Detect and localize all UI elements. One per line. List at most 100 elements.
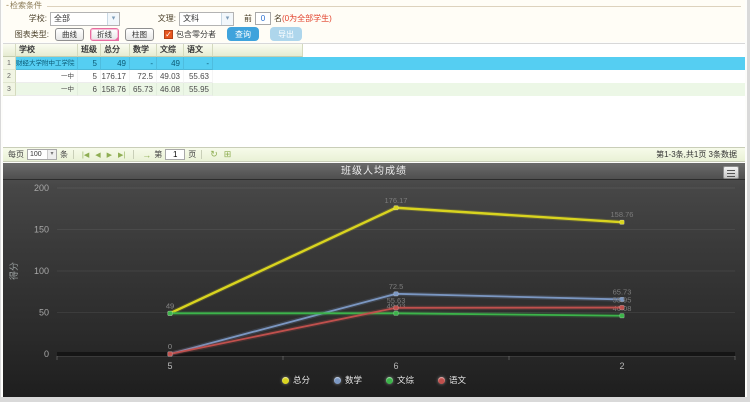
legend-marker-icon [438, 377, 445, 384]
line-chart-area: 050100150200562得分49176.17158.76072.565.7… [3, 180, 747, 402]
divider [73, 150, 74, 159]
filter-row-2: 图表类型: 曲线折线柱图 ✓ 包含零分者 查询 导出 [3, 27, 745, 41]
resize-grid-icon[interactable]: ⊞ [224, 149, 232, 160]
next-page-icon[interactable]: ▶ [107, 151, 112, 159]
legend-label: 文综 [397, 374, 414, 386]
chart-panel: 班级人均成绩 050100150200562得分49176.17158.7607… [3, 163, 745, 397]
row-number: 3 [3, 83, 16, 96]
table-cell: - [184, 57, 213, 70]
chart-type-button[interactable]: 曲线 [55, 28, 84, 41]
svg-text:0: 0 [168, 342, 172, 351]
query-button[interactable]: 查询 [227, 27, 259, 41]
column-header[interactable]: 文综 [157, 44, 184, 57]
include-zero-group: ✓ 包含零分者 [164, 29, 216, 40]
track-select-value: 文科 [183, 14, 199, 23]
table-cell: 5 [78, 57, 101, 70]
top-n-label: 前 [244, 13, 252, 24]
table-cell: 49 [101, 57, 130, 70]
legend-marker-icon [334, 377, 341, 384]
top-n-suffix: 名 [274, 13, 282, 24]
pager-status: 第1-3条,共1页 3条数据 [656, 149, 740, 160]
table-cell: 财经大学附中工学院 [16, 57, 78, 70]
school-select-value: 全部 [54, 14, 70, 23]
table-cell: 176.17 [101, 70, 130, 83]
column-header-blank [213, 44, 303, 57]
svg-text:5: 5 [167, 361, 172, 371]
search-conditions-panel: - 检索条件 学校: 全部 ▾ 文理: 文科 ▾ 前 名 (0为全部学生) 图表 [3, 0, 745, 42]
chart-type-button[interactable]: 柱图 [125, 28, 154, 41]
column-header[interactable]: 班级 [78, 44, 101, 57]
checkbox-checked-icon[interactable]: ✓ [164, 30, 173, 39]
refresh-icon[interactable]: ↻ [210, 149, 218, 160]
chart-type-label: 图表类型: [3, 29, 49, 40]
chart-type-button[interactable]: 折线 [90, 28, 119, 41]
table-cell: 一中 [16, 83, 78, 96]
table-row[interactable]: 2一中5176.1772.549.0355.63 [3, 70, 745, 83]
chart-legend: 总分 数学 文综 语文 [3, 374, 745, 386]
chevron-down-icon: ▾ [107, 13, 119, 25]
top-n-hint: (0为全部学生) [282, 13, 332, 24]
column-header[interactable]: 总分 [101, 44, 130, 57]
goto-page-icon: → [142, 150, 151, 160]
page-suffix: 页 [188, 149, 196, 160]
svg-text:55.95: 55.95 [613, 296, 632, 305]
prev-page-icon[interactable]: ◀ [95, 151, 100, 159]
chart-type-buttons: 曲线折线柱图 [49, 28, 154, 41]
divider [47, 6, 741, 7]
line-chart: 050100150200562得分49176.17158.76072.565.7… [3, 180, 747, 397]
first-page-icon[interactable]: |◀ [82, 151, 89, 159]
track-select[interactable]: 文科 ▾ [179, 12, 234, 26]
include-zero-label: 包含零分者 [176, 29, 216, 40]
column-header[interactable]: 数学 [130, 44, 157, 57]
svg-text:158.76: 158.76 [611, 210, 634, 219]
legend-marker-icon [386, 377, 393, 384]
legend-item[interactable]: 数学 [334, 374, 362, 386]
school-select[interactable]: 全部 ▾ [50, 12, 120, 26]
table-cell: 158.76 [101, 83, 130, 96]
svg-text:100: 100 [34, 266, 49, 276]
table-row[interactable]: 3一中6158.7665.7346.0855.95 [3, 83, 745, 96]
legend-item[interactable]: 语文 [438, 374, 466, 386]
column-header[interactable]: 语文 [184, 44, 213, 57]
table-cell: 5 [78, 70, 101, 83]
row-number: 1 [3, 57, 16, 70]
table-cell: - [130, 57, 157, 70]
svg-text:50: 50 [39, 308, 49, 318]
legend-item[interactable]: 总分 [282, 374, 310, 386]
legend-label: 数学 [345, 374, 362, 386]
svg-text:49: 49 [166, 301, 174, 310]
export-button[interactable]: 导出 [270, 27, 302, 41]
page-label: 第 [154, 149, 162, 160]
table-cell: 55.95 [184, 83, 213, 96]
page-number-input[interactable] [165, 149, 185, 160]
chevron-down-icon: ▾ [221, 13, 233, 25]
svg-text:200: 200 [34, 183, 49, 193]
svg-text:72.5: 72.5 [389, 282, 404, 291]
panel-legend: - 检索条件 [6, 1, 741, 10]
chevron-down-icon: ▾ [47, 150, 56, 159]
column-header-blank [3, 44, 16, 57]
table-cell: 6 [78, 83, 101, 96]
collapse-icon[interactable]: - [6, 1, 9, 10]
table-cell: 65.73 [130, 83, 157, 96]
last-page-icon[interactable]: ▶| [118, 151, 125, 159]
per-page-label: 每页 [8, 149, 24, 160]
school-label: 学校: [3, 13, 47, 24]
legend-item[interactable]: 文综 [386, 374, 414, 386]
divider [201, 150, 202, 159]
panel-title: 检索条件 [10, 0, 42, 11]
svg-text:得分: 得分 [8, 262, 19, 280]
per-page-suffix: 条 [60, 149, 68, 160]
chart-title: 班级人均成绩 [3, 163, 745, 180]
table-row[interactable]: 1财经大学附中工学院549-49- [3, 57, 745, 70]
top-n-input[interactable] [255, 12, 271, 25]
svg-text:176.17: 176.17 [385, 196, 408, 205]
table-cell: 49 [157, 57, 184, 70]
table-cell: 一中 [16, 70, 78, 83]
per-page-select[interactable]: 100 ▾ [27, 149, 57, 160]
chart-menu-icon[interactable] [723, 166, 739, 179]
table-cell: 55.63 [184, 70, 213, 83]
app-window: - 检索条件 学校: 全部 ▾ 文理: 文科 ▾ 前 名 (0为全部学生) 图表 [1, 0, 747, 397]
hamburger-icon [727, 170, 735, 177]
column-header[interactable]: 学校 [16, 44, 78, 57]
